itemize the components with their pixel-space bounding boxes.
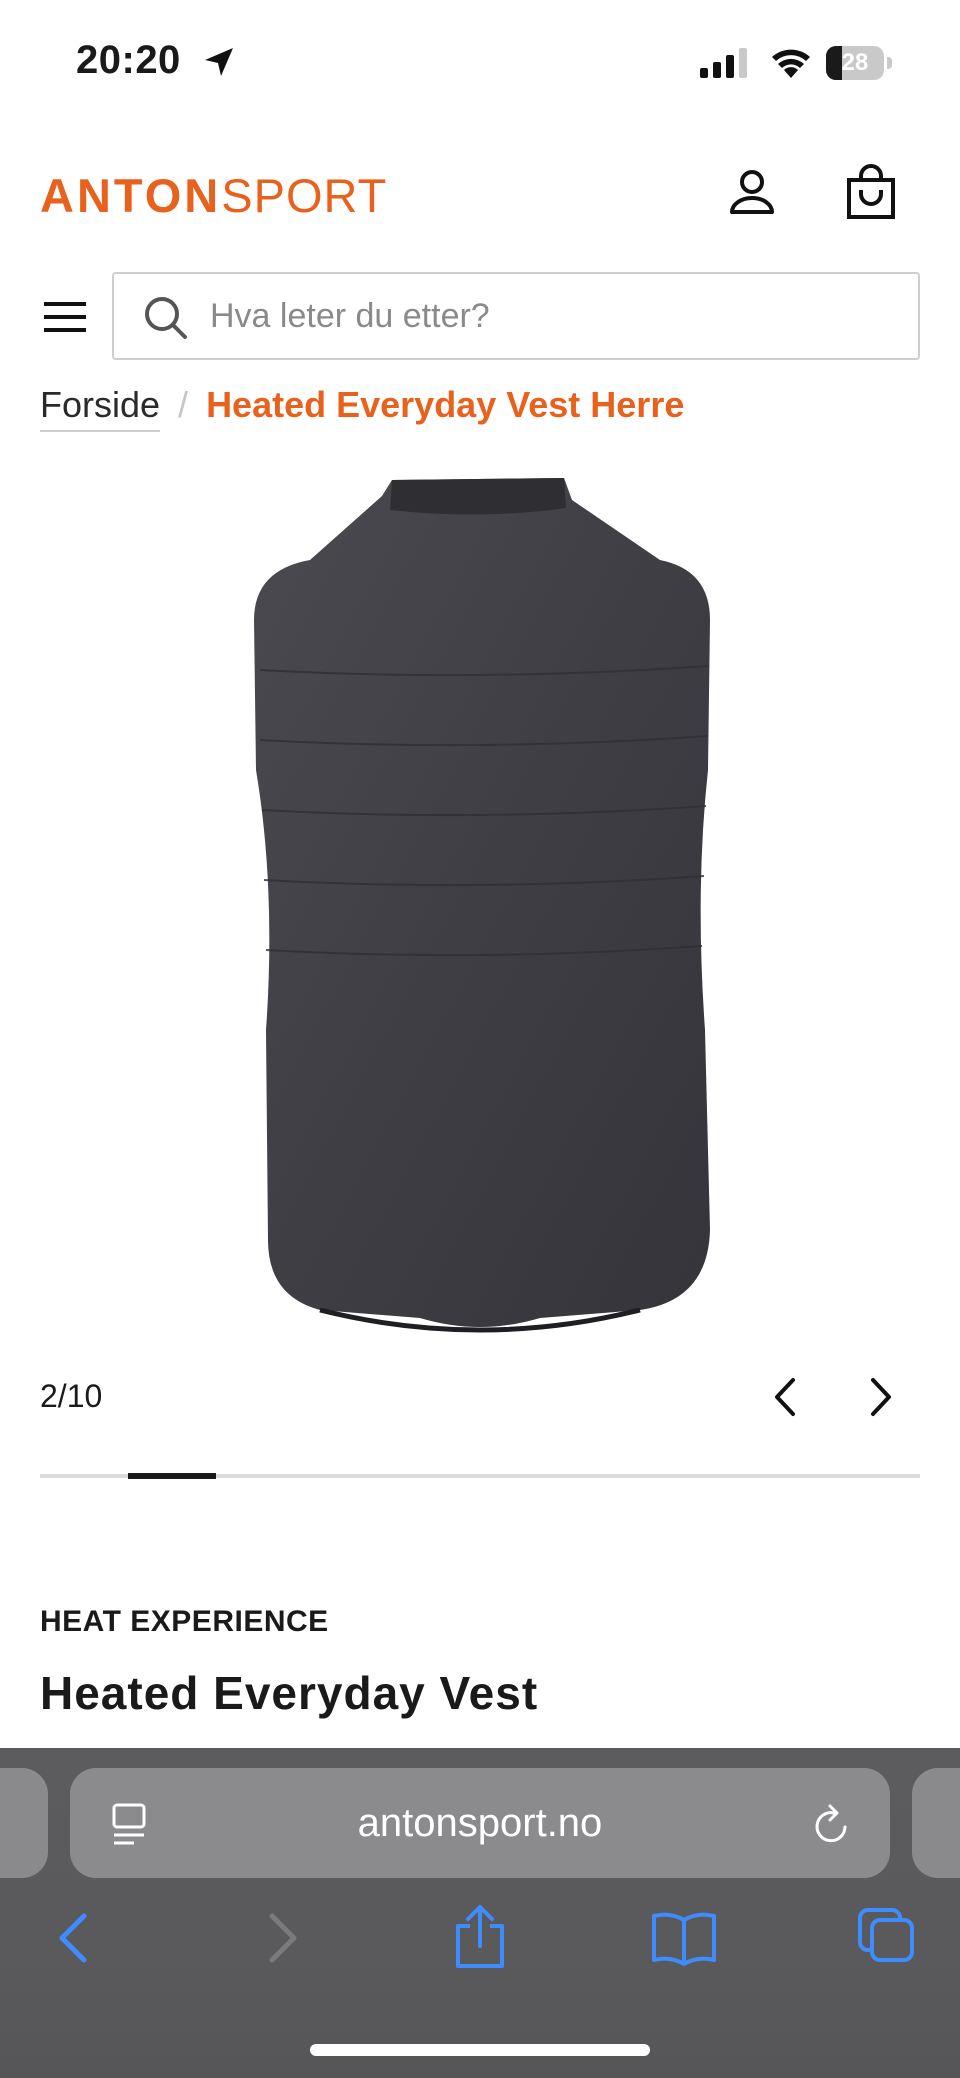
chevron-left-icon bbox=[775, 1378, 795, 1416]
gallery-next-button[interactable] bbox=[856, 1370, 906, 1424]
previous-tab-preview[interactable] bbox=[0, 1768, 48, 1878]
account-icon[interactable] bbox=[728, 168, 776, 216]
breadcrumb-separator: / bbox=[178, 384, 189, 425]
gallery-progress-track bbox=[40, 1473, 920, 1479]
search-icon bbox=[145, 297, 187, 339]
anton-sport-logo[interactable]: ANTONSPORT bbox=[40, 168, 387, 223]
search-input[interactable] bbox=[210, 274, 890, 358]
status-time: 20:20 bbox=[76, 38, 181, 82]
gallery-progress-thumb bbox=[128, 1473, 216, 1479]
share-icon[interactable] bbox=[448, 1904, 512, 1970]
back-icon[interactable] bbox=[48, 1908, 98, 1968]
battery-level: 28 bbox=[841, 49, 869, 76]
logo-secondary: SPORT bbox=[221, 169, 388, 222]
search-box[interactable] bbox=[112, 272, 920, 360]
status-bar: 20:20 28 bbox=[0, 0, 960, 130]
gallery-prev-button[interactable] bbox=[760, 1370, 810, 1424]
reload-icon[interactable] bbox=[812, 1803, 852, 1847]
tabs-icon[interactable] bbox=[856, 1906, 916, 1964]
chevron-right-icon bbox=[871, 1378, 891, 1416]
signal-bars-icon bbox=[700, 48, 747, 78]
breadcrumb-current: Heated Everyday Vest Herre bbox=[206, 384, 685, 425]
vest-back-image[interactable] bbox=[240, 470, 720, 1340]
forward-icon[interactable] bbox=[258, 1908, 308, 1968]
gallery-counter: 2/10 bbox=[40, 1378, 103, 1414]
address-bar[interactable]: antonsport.no bbox=[70, 1768, 890, 1878]
wifi-icon bbox=[772, 49, 810, 78]
logo-primary: ANTON bbox=[40, 169, 222, 222]
next-tab-preview[interactable] bbox=[912, 1768, 960, 1878]
location-arrow-icon bbox=[205, 48, 233, 76]
product-title: Heated Everyday Vest bbox=[40, 1667, 539, 1719]
breadcrumb: Forside / Heated Everyday Vest Herre bbox=[40, 384, 684, 440]
shopping-bag-icon[interactable] bbox=[846, 164, 896, 220]
product-brand[interactable]: HEAT EXPERIENCE bbox=[40, 1605, 329, 1639]
breadcrumb-home-link[interactable]: Forside bbox=[40, 384, 161, 432]
battery-icon: 28 bbox=[826, 46, 892, 80]
url-text: antonsport.no bbox=[357, 1801, 603, 1845]
browser-toolbar: antonsport.no bbox=[0, 1748, 960, 2078]
bookmarks-icon[interactable] bbox=[650, 1908, 718, 1968]
hamburger-menu-icon[interactable] bbox=[44, 300, 88, 334]
home-indicator[interactable] bbox=[310, 2044, 650, 2056]
